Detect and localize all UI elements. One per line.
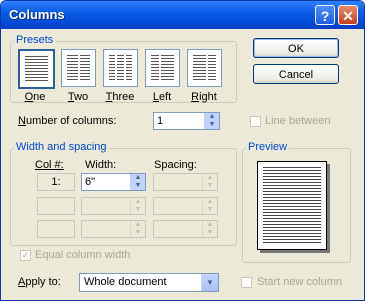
col-number-cell-empty (37, 197, 75, 215)
col-number-header: Col #: (35, 159, 64, 171)
preset-three-button[interactable] (103, 49, 138, 87)
width-value: 6" (85, 176, 96, 188)
chevron-down-icon[interactable]: ▼ (201, 274, 218, 291)
spin-down-icon[interactable]: ▼ (205, 121, 219, 129)
two-columns-icon (67, 55, 90, 81)
one-column-icon (25, 56, 48, 82)
cancel-button[interactable]: Cancel (253, 64, 339, 84)
equal-column-width-label: Equal column width (35, 249, 131, 261)
spin-up-icon[interactable]: ▲ (131, 174, 145, 182)
apply-to-select[interactable]: Whole document ▼ (79, 273, 219, 292)
spin-down-icon[interactable]: ▼ (131, 182, 145, 190)
number-of-columns-value: 1 (157, 115, 164, 127)
preview-page (257, 161, 327, 250)
close-button[interactable]: ✕ (338, 5, 358, 25)
spacing-header: Spacing: (154, 159, 197, 171)
preset-two-label: Two (67, 91, 89, 103)
spacing-stepper: ▲ ▼ (153, 173, 218, 191)
apply-to-value: Whole document (84, 276, 167, 288)
preset-one-button[interactable] (18, 49, 55, 89)
width-stepper[interactable]: 6" ▲ ▼ (81, 173, 146, 191)
dialog-title: Columns (9, 7, 65, 22)
left-column-icon (151, 55, 174, 81)
line-between-label: Line between (265, 115, 331, 127)
spacing-stepper-empty: ▲ ▼ (153, 197, 218, 215)
columns-dialog: Columns ? ✕ Presets One Two Three Left R… (0, 0, 365, 301)
preset-three-label: Three (105, 91, 135, 103)
three-columns-icon (109, 55, 132, 81)
right-column-icon (193, 55, 216, 81)
line-between-checkbox[interactable] (250, 116, 261, 127)
start-new-column-checkbox[interactable] (241, 277, 252, 288)
presets-group-label: Presets (14, 34, 56, 46)
equal-column-width-checkbox[interactable]: ✓ (20, 250, 31, 261)
width-spinner[interactable]: ▲ ▼ (130, 174, 145, 190)
col-number-cell: 1: (37, 173, 75, 191)
preset-left-label: Left (152, 91, 172, 103)
preset-two-button[interactable] (61, 49, 96, 87)
spacing-stepper-empty: ▲ ▼ (153, 220, 218, 238)
ok-button[interactable]: OK (253, 38, 339, 58)
width-spacing-group-label: Width and spacing (14, 141, 109, 153)
width-stepper-empty: ▲ ▼ (81, 220, 146, 238)
preset-one-label: One (24, 91, 46, 103)
number-of-columns-label: Number of columns: (18, 115, 117, 127)
preset-left-button[interactable] (145, 49, 180, 87)
width-stepper-empty: ▲ ▼ (81, 197, 146, 215)
apply-to-label: Apply to: (18, 276, 61, 288)
col-number-cell-empty (37, 220, 75, 238)
help-button[interactable]: ? (315, 5, 335, 25)
start-new-column-label: Start new column (257, 276, 342, 288)
spin-up-icon[interactable]: ▲ (205, 113, 219, 121)
width-header: Width: (85, 159, 117, 171)
preset-right-button[interactable] (187, 49, 222, 87)
preview-group-label: Preview (246, 141, 290, 153)
preset-right-label: Right (191, 91, 217, 103)
title-bar[interactable]: Columns ? ✕ (1, 1, 364, 29)
number-of-columns-stepper[interactable]: 1 ▲ ▼ (153, 112, 220, 130)
number-of-columns-spinner[interactable]: ▲ ▼ (204, 113, 219, 129)
